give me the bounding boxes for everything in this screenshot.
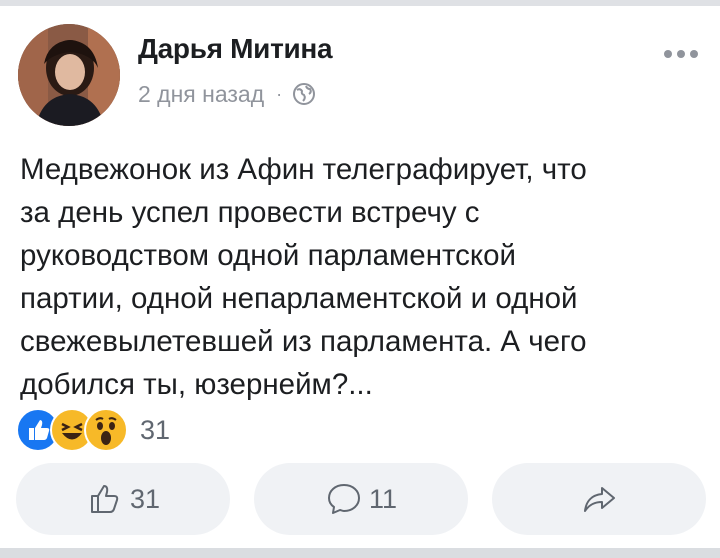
post-timestamp[interactable]: 2 дня назад [138, 81, 264, 108]
share-button[interactable] [492, 463, 706, 535]
top-divider [0, 0, 720, 6]
globe-icon [292, 82, 316, 106]
post-text: Медвежонок из Афин телеграфирует, что за… [20, 153, 587, 401]
thumbs-up-icon [86, 480, 124, 518]
comment-bubble-icon [325, 480, 363, 518]
comment-count: 11 [368, 483, 398, 514]
meta-separator: · [276, 83, 283, 104]
like-button[interactable]: 31 [16, 463, 230, 535]
post-meta: 2 дня назад · [138, 80, 316, 108]
reactions-summary[interactable]: 31 [16, 408, 170, 452]
wow-reaction-icon [84, 408, 128, 452]
comment-button[interactable]: 11 [254, 463, 468, 535]
share-arrow-icon [580, 480, 618, 518]
reaction-count: 31 [140, 414, 171, 445]
more-dots-icon[interactable] [664, 50, 698, 58]
avatar-image [18, 24, 120, 126]
like-count: 31 [129, 483, 161, 514]
avatar[interactable] [18, 24, 120, 126]
author-name[interactable]: Дарья Митина [138, 33, 333, 65]
bottom-divider [0, 548, 720, 558]
action-bar: 31 11 [16, 463, 706, 535]
